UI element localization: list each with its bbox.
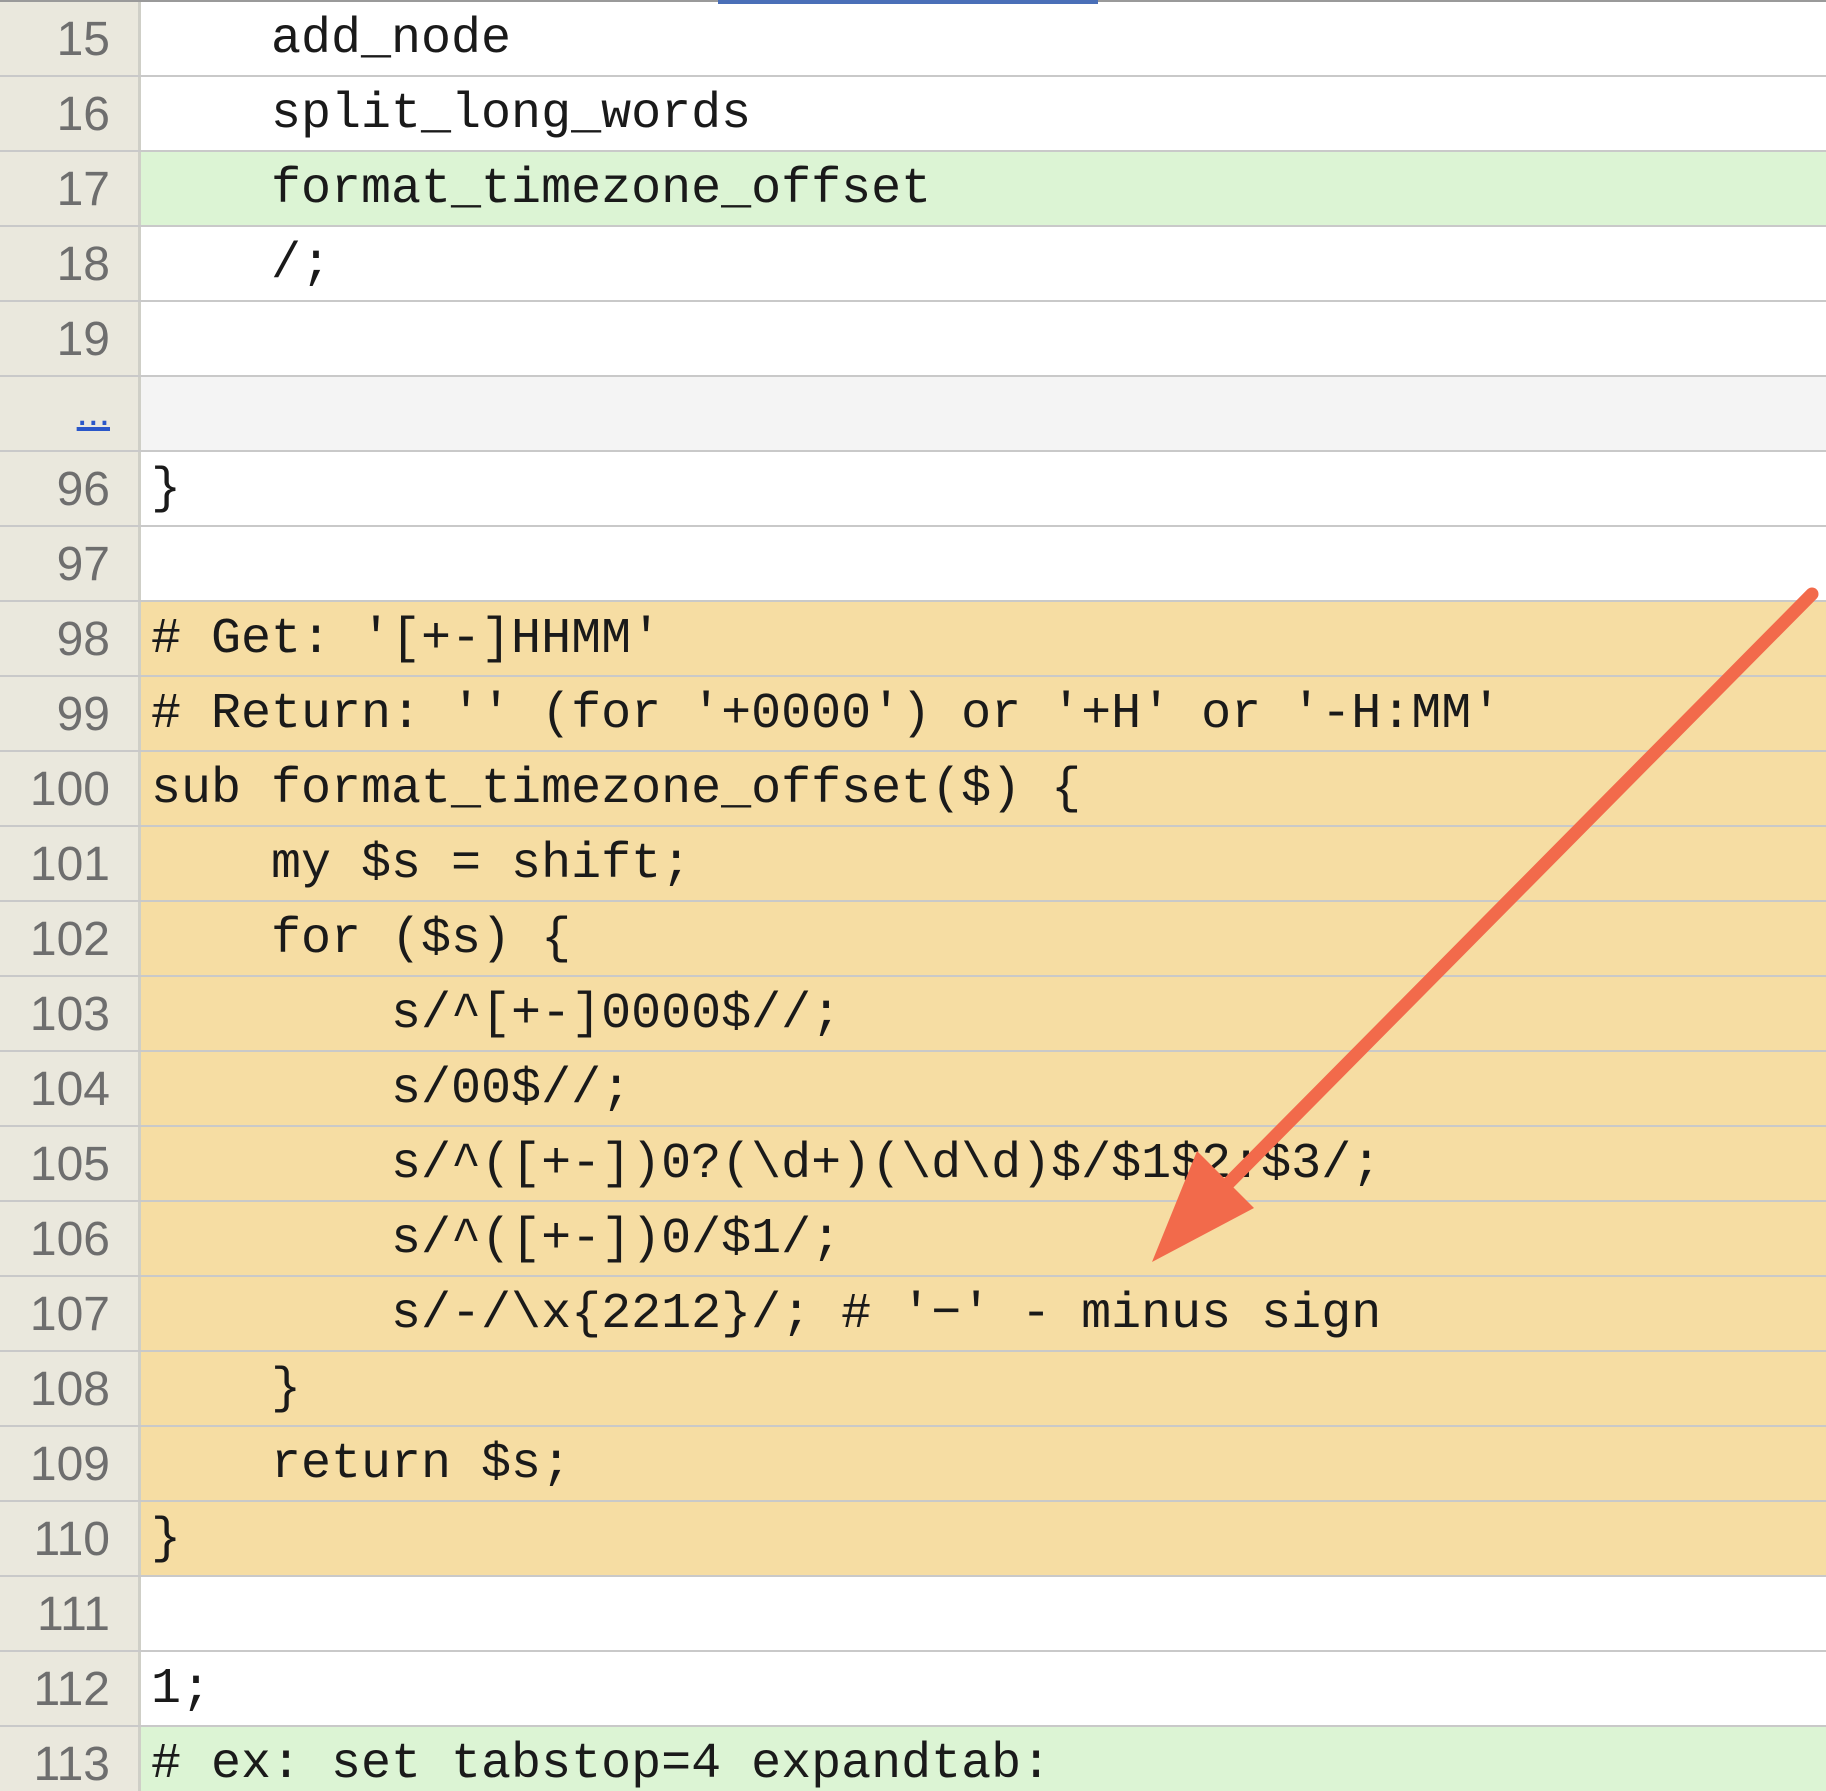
code-line-row: 113 # ex: set tabstop=4 expandtab: — [0, 1727, 1826, 1791]
line-number: 16 — [0, 77, 141, 150]
code-text: s/^([+-])0?(\d+)(\d\d)$/$1$2:$3/; — [141, 1127, 1826, 1200]
line-number: 98 — [0, 602, 141, 675]
code-line-row: 103 s/^[+-]0000$//; — [0, 977, 1826, 1052]
code-line-row: 15 add_node — [0, 2, 1826, 77]
code-line-row: 18 /; — [0, 227, 1826, 302]
code-text: /; — [141, 227, 1826, 300]
code-line-row: 102 for ($s) { — [0, 902, 1826, 977]
code-line-row: 109 return $s; — [0, 1427, 1826, 1502]
line-number: 110 — [0, 1502, 141, 1575]
code-line-row: 107 s/-/\x{2212}/; # '−' - minus sign — [0, 1277, 1826, 1352]
code-line-row: 98 # Get: '[+-]HHMM' — [0, 602, 1826, 677]
line-number: 108 — [0, 1352, 141, 1425]
code-line-row: 111 — [0, 1577, 1826, 1652]
code-line-row: 110} — [0, 1502, 1826, 1577]
code-text: split_long_words — [141, 77, 1826, 150]
code-line-row: 16 split_long_words — [0, 77, 1826, 152]
code-text: } — [141, 1352, 1826, 1425]
active-tab-indicator — [718, 0, 1098, 4]
code-text: # ex: set tabstop=4 expandtab: — [141, 1727, 1826, 1791]
line-number: 18 — [0, 227, 141, 300]
code-text: } — [141, 452, 1826, 525]
diff-viewer: 15 add_node 16 split_long_words 17 format_… — [0, 0, 1826, 1791]
code-line-row: 101 my $s = shift; — [0, 827, 1826, 902]
code-line-row: 96} — [0, 452, 1826, 527]
code-line-row: 99 # Return: '' (for '+0000') or '+H' or … — [0, 677, 1826, 752]
line-number: 96 — [0, 452, 141, 525]
code-text: } — [141, 1502, 1826, 1575]
line-number: 103 — [0, 977, 141, 1050]
line-number: 105 — [0, 1127, 141, 1200]
code-line-row: 112 1; — [0, 1652, 1826, 1727]
line-number: 17 — [0, 152, 141, 225]
code-text: return $s; — [141, 1427, 1826, 1500]
line-number: 106 — [0, 1202, 141, 1275]
line-number: 101 — [0, 827, 141, 900]
code-line-row: 104 s/00$//; — [0, 1052, 1826, 1127]
code-line-row: 105 s/^([+-])0?(\d+)(\d\d)$/$1$2:$3/; — [0, 1127, 1826, 1202]
line-number: 99 — [0, 677, 141, 750]
code-text: # Return: '' (for '+0000') or '+H' or '-… — [141, 677, 1826, 750]
code-line-row: 106 s/^([+-])0/$1/; — [0, 1202, 1826, 1277]
line-number: 102 — [0, 902, 141, 975]
code-text: s/00$//; — [141, 1052, 1826, 1125]
line-number: 111 — [0, 1577, 141, 1650]
code-line-row: 100 sub format_timezone_offset($) { — [0, 752, 1826, 827]
code-line-row: 97 — [0, 527, 1826, 602]
code-text: s/-/\x{2212}/; # '−' - minus sign — [141, 1277, 1826, 1350]
code-text: 1; — [141, 1652, 1826, 1725]
code-line-row: 19 — [0, 302, 1826, 377]
line-number: 113 — [0, 1727, 141, 1791]
line-number: 97 — [0, 527, 141, 600]
code-text: sub format_timezone_offset($) { — [141, 752, 1826, 825]
code-text: for ($s) { — [141, 902, 1826, 975]
code-text: # Get: '[+-]HHMM' — [141, 602, 1826, 675]
code-text — [141, 302, 1826, 375]
line-number: 19 — [0, 302, 141, 375]
code-line-row: 108 } — [0, 1352, 1826, 1427]
code-text: my $s = shift; — [141, 827, 1826, 900]
code-text: s/^[+-]0000$//; — [141, 977, 1826, 1050]
code-text — [141, 1577, 1826, 1650]
line-number: 100 — [0, 752, 141, 825]
code-text — [141, 377, 1826, 450]
line-number: 109 — [0, 1427, 141, 1500]
collapsed-lines-row: ... — [0, 377, 1826, 452]
expand-hidden-lines-link[interactable]: ... — [0, 377, 141, 450]
code-text — [141, 527, 1826, 600]
line-number: 15 — [0, 2, 141, 75]
line-number: 104 — [0, 1052, 141, 1125]
code-text: format_timezone_offset — [141, 152, 1826, 225]
line-number: 107 — [0, 1277, 141, 1350]
code-text: s/^([+-])0/$1/; — [141, 1202, 1826, 1275]
code-line-row: 17 format_timezone_offset — [0, 152, 1826, 227]
line-number: 112 — [0, 1652, 141, 1725]
code-text: add_node — [141, 2, 1826, 75]
